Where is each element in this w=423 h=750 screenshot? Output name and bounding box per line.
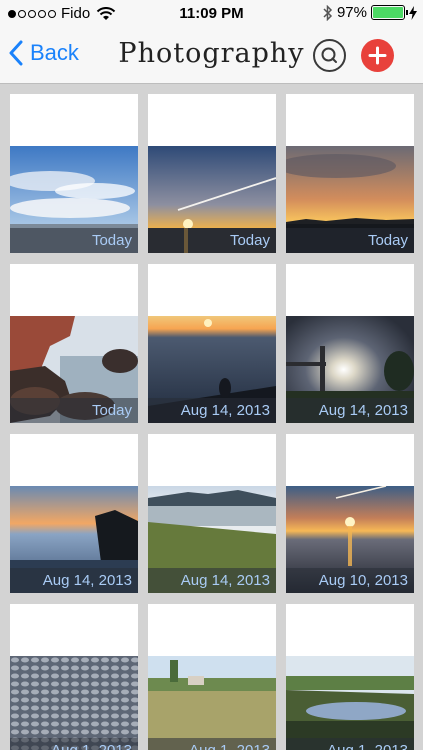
- photo-date: Aug 14, 2013: [148, 398, 276, 423]
- photo-date: Aug 1, 2013: [148, 738, 276, 750]
- photo-card[interactable]: Today: [148, 94, 276, 253]
- battery-percent: 97%: [336, 4, 367, 21]
- navigation-bar: Back Photography: [0, 28, 423, 84]
- photo-date: Aug 1, 2013: [10, 738, 138, 750]
- photo-card[interactable]: Today: [10, 264, 138, 423]
- photo-date: Aug 1, 2013: [286, 738, 414, 750]
- plus-icon: [368, 46, 387, 65]
- status-right: 97%: [323, 4, 417, 21]
- photo-date: Today: [286, 228, 414, 253]
- search-icon: [321, 47, 337, 63]
- charging-icon: [409, 5, 417, 20]
- bluetooth-icon: [323, 4, 333, 21]
- photo-thumbnail: [148, 656, 276, 750]
- status-bar: Fido 11:09 PM 97%: [0, 0, 423, 28]
- battery-icon: [371, 5, 408, 20]
- photo-date: Aug 14, 2013: [148, 568, 276, 593]
- photo-card[interactable]: Aug 14, 2013: [10, 434, 138, 593]
- photo-card[interactable]: Today: [10, 94, 138, 253]
- add-button[interactable]: [361, 39, 394, 72]
- photo-card[interactable]: Aug 10, 2013: [286, 434, 414, 593]
- photo-card[interactable]: Aug 1, 2013: [10, 604, 138, 750]
- photo-card[interactable]: Today: [286, 94, 414, 253]
- photo-card[interactable]: Aug 1, 2013: [148, 604, 276, 750]
- photo-thumbnail: [286, 656, 414, 750]
- photo-grid: Today Today Today Today Aug 14, 2013 Aug…: [10, 94, 414, 750]
- photo-thumbnail: [10, 656, 138, 750]
- photo-date: Today: [10, 228, 138, 253]
- photo-date: Aug 10, 2013: [286, 568, 414, 593]
- photo-date: Aug 14, 2013: [286, 398, 414, 423]
- photo-date: Today: [10, 398, 138, 423]
- page-title: Photography: [118, 38, 305, 69]
- photo-date: Aug 14, 2013: [10, 568, 138, 593]
- photo-card[interactable]: Aug 14, 2013: [148, 264, 276, 423]
- photo-card[interactable]: Aug 14, 2013: [148, 434, 276, 593]
- photo-card[interactable]: Aug 1, 2013: [286, 604, 414, 750]
- search-button[interactable]: [313, 39, 346, 72]
- photo-card[interactable]: Aug 14, 2013: [286, 264, 414, 423]
- photo-date: Today: [148, 228, 276, 253]
